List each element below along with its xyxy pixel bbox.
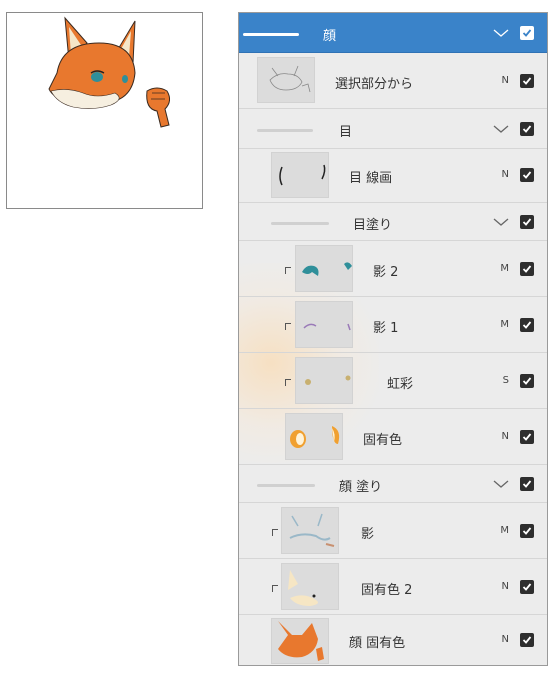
layer-folder-eye[interactable]: 目 bbox=[239, 109, 547, 149]
clipping-icon bbox=[285, 323, 291, 330]
layer-name: 目塗り bbox=[353, 218, 393, 233]
blend-mode: N bbox=[501, 581, 509, 592]
layer-name: 影 2 bbox=[373, 265, 399, 280]
blend-mode: M bbox=[500, 263, 509, 274]
layer-row[interactable]: 目 線画 N bbox=[239, 149, 547, 203]
visibility-checkbox[interactable] bbox=[520, 122, 534, 136]
layer-name: 影 bbox=[361, 527, 375, 542]
layer-row[interactable]: 影 2 M bbox=[239, 241, 547, 297]
blend-mode: N bbox=[501, 75, 509, 86]
folder-indicator bbox=[257, 484, 315, 487]
layer-thumbnail bbox=[271, 152, 329, 198]
blend-mode: N bbox=[501, 169, 509, 180]
layer-thumbnail bbox=[295, 301, 353, 348]
layer-name: 顔 固有色 bbox=[349, 636, 406, 651]
layer-thumbnail bbox=[295, 357, 353, 404]
visibility-checkbox[interactable] bbox=[520, 215, 534, 229]
visibility-checkbox[interactable] bbox=[520, 580, 534, 594]
layer-thumbnail bbox=[295, 245, 353, 292]
clipping-icon bbox=[285, 267, 291, 274]
clipping-icon bbox=[285, 379, 291, 386]
canvas-preview bbox=[6, 12, 203, 209]
visibility-checkbox[interactable] bbox=[520, 524, 534, 538]
layer-row[interactable]: 影 1 M bbox=[239, 297, 547, 353]
visibility-checkbox[interactable] bbox=[520, 26, 534, 40]
blend-mode: M bbox=[500, 319, 509, 330]
layer-name: 虹彩 bbox=[387, 377, 414, 392]
layer-panel: 顔 選択部分から N 目 目 線画 N 目塗り 影 2 M 影 1 M 虹彩 S… bbox=[238, 12, 548, 666]
layer-row[interactable]: 顔 固有色 N bbox=[239, 615, 547, 665]
layer-row[interactable]: 虹彩 S bbox=[239, 353, 547, 409]
layer-name: 影 1 bbox=[373, 321, 399, 336]
layer-name: 顔 塗り bbox=[339, 480, 383, 495]
blend-mode: M bbox=[500, 525, 509, 536]
layer-name: 目 線画 bbox=[349, 171, 393, 186]
blend-mode: N bbox=[501, 431, 509, 442]
layer-name: 固有色 2 bbox=[361, 583, 413, 598]
layer-thumbnail bbox=[257, 57, 315, 103]
layer-thumbnail bbox=[281, 563, 339, 610]
folder-indicator bbox=[257, 129, 313, 132]
chevron-down-icon[interactable] bbox=[493, 28, 509, 38]
layer-row[interactable]: 固有色 2 N bbox=[239, 559, 547, 615]
layer-row[interactable]: 影 M bbox=[239, 503, 547, 559]
clipping-icon bbox=[272, 585, 278, 592]
chevron-down-icon[interactable] bbox=[493, 124, 509, 134]
layer-thumbnail bbox=[285, 413, 343, 460]
blend-mode: N bbox=[501, 634, 509, 645]
layer-folder-face[interactable]: 顔 bbox=[239, 13, 547, 53]
visibility-checkbox[interactable] bbox=[520, 262, 534, 276]
layer-folder-eye-paint[interactable]: 目塗り bbox=[239, 203, 547, 241]
blend-mode: S bbox=[502, 375, 509, 386]
layer-row[interactable]: 選択部分から N bbox=[239, 53, 547, 109]
folder-indicator bbox=[243, 33, 299, 36]
chevron-down-icon[interactable] bbox=[493, 217, 509, 227]
layer-thumbnail bbox=[281, 507, 339, 554]
layer-folder-face-paint[interactable]: 顔 塗り bbox=[239, 465, 547, 503]
layer-name: 目 bbox=[339, 125, 353, 140]
visibility-checkbox[interactable] bbox=[520, 477, 534, 491]
visibility-checkbox[interactable] bbox=[520, 318, 534, 332]
fox-illustration bbox=[48, 16, 171, 128]
visibility-checkbox[interactable] bbox=[520, 74, 534, 88]
clipping-icon bbox=[272, 529, 278, 536]
layer-thumbnail bbox=[271, 618, 329, 664]
visibility-checkbox[interactable] bbox=[520, 374, 534, 388]
layer-name: 固有色 bbox=[363, 433, 403, 448]
visibility-checkbox[interactable] bbox=[520, 430, 534, 444]
visibility-checkbox[interactable] bbox=[520, 168, 534, 182]
folder-indicator bbox=[271, 222, 329, 225]
layer-name: 選択部分から bbox=[335, 77, 414, 92]
visibility-checkbox[interactable] bbox=[520, 633, 534, 647]
layer-name: 顔 bbox=[323, 29, 337, 44]
layer-row[interactable]: 固有色 N bbox=[239, 409, 547, 465]
chevron-down-icon[interactable] bbox=[493, 479, 509, 489]
